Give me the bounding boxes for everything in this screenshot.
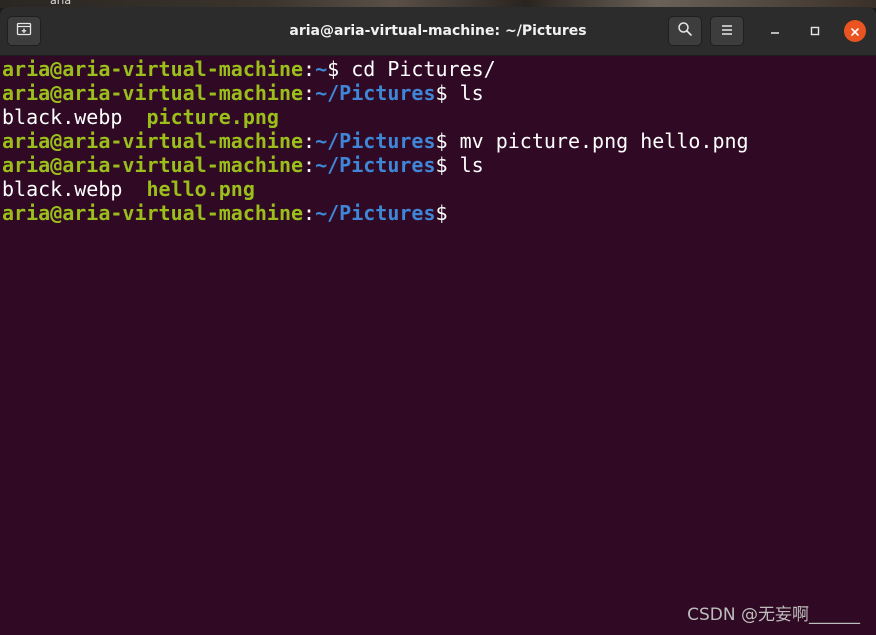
file-name: black.webp [2,177,123,201]
terminal-prompt-line: aria@aria-virtual-machine:~/Pictures$ ls [0,153,876,177]
prompt-user-host: aria@aria-virtual-machine [2,81,304,105]
terminal-output[interactable]: aria@aria-virtual-machine:~$ cd Pictures… [0,56,876,635]
maximize-icon [809,22,821,41]
new-tab-icon [16,21,32,41]
watermark-text: CSDN @无妄啊______ [687,605,860,625]
close-icon [850,22,860,41]
hamburger-menu-icon [720,22,734,41]
file-name [122,105,146,129]
prompt-separator: : [303,129,316,153]
prompt-path: ~ [315,57,328,81]
terminal-prompt-line: aria@aria-virtual-machine:~/Pictures$ ls [0,81,876,105]
search-button[interactable] [668,16,702,46]
maximize-button[interactable] [805,21,825,41]
prompt-separator: : [303,201,316,225]
prompt-user-host: aria@aria-virtual-machine [2,129,304,153]
minimize-button[interactable] [765,21,785,41]
prompt-symbol: $ [435,153,460,177]
new-tab-button[interactable] [7,16,41,46]
terminal-output-line: black.webp hello.png [0,177,876,201]
file-name [122,177,146,201]
prompt-user-host: aria@aria-virtual-machine [2,57,304,81]
command-text: mv picture.png hello.png [459,129,749,153]
terminal-prompt-line: aria@aria-virtual-machine:~/Pictures$ mv… [0,129,876,153]
menu-button[interactable] [710,16,744,46]
prompt-user-host: aria@aria-virtual-machine [2,201,304,225]
prompt-separator: : [303,57,316,81]
window-title: aria@aria-virtual-machine: ~/Pictures [289,23,587,39]
file-name-executable: picture.png [146,105,279,129]
file-name: black.webp [2,105,123,129]
prompt-symbol: $ [435,81,460,105]
terminal-prompt-line: aria@aria-virtual-machine:~$ cd Pictures… [0,57,876,81]
terminal-output-line: black.webp picture.png [0,105,876,129]
minimize-icon [769,22,781,41]
desktop-label: aria [50,0,72,7]
command-text: cd Pictures/ [351,57,496,81]
prompt-separator: : [303,81,316,105]
close-button[interactable] [844,20,866,42]
prompt-user-host: aria@aria-virtual-machine [2,153,304,177]
command-text: ls [459,153,484,177]
terminal-prompt-line: aria@aria-virtual-machine:~/Pictures$ [0,201,876,225]
prompt-symbol: $ [327,57,352,81]
title-bar[interactable]: aria@aria-virtual-machine: ~/Pictures [0,7,876,56]
prompt-path: ~/Pictures [315,201,436,225]
prompt-path: ~/Pictures [315,129,436,153]
prompt-symbol: $ [435,129,460,153]
file-name-executable: hello.png [146,177,255,201]
command-text: ls [459,81,484,105]
prompt-path: ~/Pictures [315,81,436,105]
search-icon [677,21,693,41]
prompt-separator: : [303,153,316,177]
prompt-symbol: $ [435,201,460,225]
terminal-window: aria@aria-virtual-machine: ~/Pictures ar… [0,7,876,635]
prompt-path: ~/Pictures [315,153,436,177]
